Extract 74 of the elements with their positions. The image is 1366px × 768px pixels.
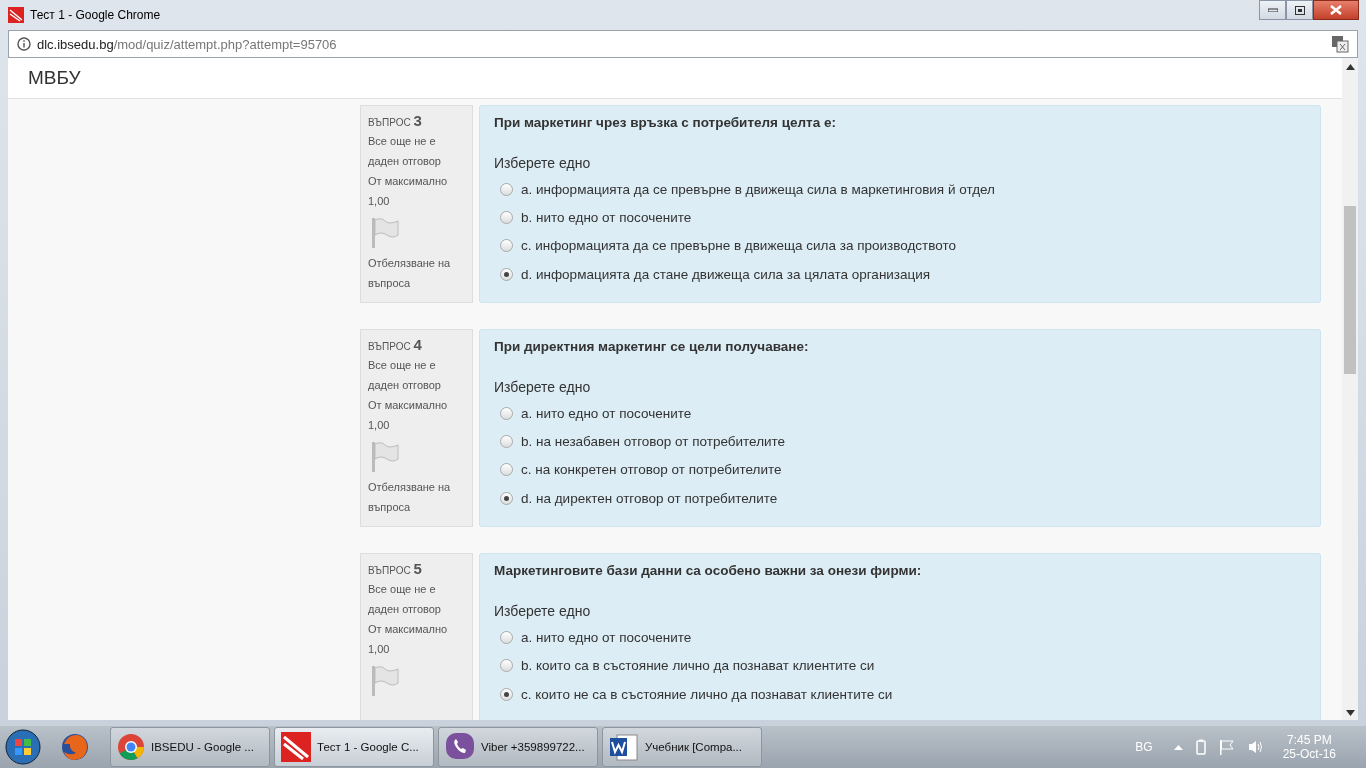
scroll-up-icon[interactable] [1345,64,1355,70]
start-button[interactable] [4,728,42,766]
chrome-icon [117,733,145,761]
document-w-icon [609,732,639,762]
flag-icon[interactable] [1218,739,1235,755]
minimize-icon [1267,8,1278,12]
scrollbar[interactable] [1342,58,1358,720]
question-number: ВЪПРОС 5 [368,560,423,578]
scroll-down-icon[interactable] [1345,710,1355,716]
question-text: При маркетинг чрез връзка с потребителя целта е: [494,115,837,130]
answer-option[interactable]: a. нито едно от посочените [521,630,692,645]
radio-button[interactable] [500,687,513,701]
question-status: Все още не е даден отговор [368,358,442,394]
site-title[interactable]: МВБУ [28,67,81,89]
caret-up-icon[interactable] [1173,744,1183,750]
radio-button[interactable] [500,239,513,253]
max-grade-value: 1,00 [368,418,391,434]
scrollbar-thumb[interactable] [1344,206,1356,374]
question-status: Все още не е даден отговор [368,134,442,169]
answer-option[interactable]: c. информацията да се превърне в движеща сила за производството [521,238,957,254]
radio-button[interactable] [500,267,513,281]
app-logo-icon [8,7,24,23]
url-field[interactable]: dlc.ibsedu.bg/mod/quiz/attempt.php?attempt=95706 [37,36,337,52]
browser-icon[interactable] [60,732,90,762]
answer-option[interactable]: a. нито едно от посочените [521,405,692,421]
answer-option[interactable]: b. които са в състояние лично да познават клиентите си [521,658,875,674]
close-icon [1330,5,1342,15]
flag-question-link[interactable]: Отбелязване на въпроса [368,477,465,518]
max-grade-value: 1,00 [368,642,391,658]
max-grade-label: От максимално [368,398,449,414]
phone-bubble-icon [445,732,475,762]
answer-option[interactable]: d. на директен отговор от потребителите [521,490,778,506]
question-status: Все още не е даден отговор [368,582,442,618]
flag-icon[interactable] [371,665,399,698]
question-number: ВЪПРОС 3 [368,112,423,129]
answer-option[interactable]: b. нито едно от посочените [521,209,692,225]
flag-icon[interactable] [371,217,399,249]
answer-option[interactable]: d. информацията да стане движеща сила за цялата организация [521,266,931,282]
question-text: При директния маркетинг се цели получаване: [494,339,810,355]
flag-question-link[interactable]: Отбелязване на въпроса [368,253,465,293]
answer-option[interactable]: a. информацията да се превърне в движеща сила в маркетинговия й отдел [521,181,995,197]
close-button[interactable] [1313,0,1359,20]
question-number: ВЪПРОС 4 [368,336,423,354]
taskbar-button[interactable]: Viber +359899722... [438,727,598,767]
answer-prompt: Изберете едно [494,155,592,171]
answer-option[interactable]: b. на незабавен отговор от потребителите [521,434,786,450]
window-title: Тест 1 - Google Chrome [30,8,161,22]
radio-button[interactable] [500,631,513,644]
flag-icon[interactable] [371,441,399,474]
taskbar-button[interactable]: Тест 1 - Google C... [274,727,434,767]
app-logo-icon [281,732,311,762]
taskbar-button[interactable]: Учебник [Compa... [602,727,762,767]
answer-prompt: Изберете едно [494,379,592,396]
battery-icon[interactable] [1195,739,1206,755]
radio-button[interactable] [500,491,513,505]
max-grade-label: От максимално [368,174,449,189]
taskbar-button[interactable]: IBSEDU - Google ... [110,727,270,767]
translate-icon[interactable] [1331,35,1349,53]
question-text: Маркетинговите бази данни са особено важни за онези фирми: [494,563,923,579]
radio-button[interactable] [500,210,513,224]
radio-button[interactable] [500,463,513,477]
radio-button[interactable] [500,406,513,420]
radio-button[interactable] [500,435,513,449]
radio-button[interactable] [500,182,513,196]
maximize-button[interactable] [1286,0,1313,20]
answer-prompt: Изберете едно [494,603,592,620]
speaker-icon[interactable] [1247,739,1264,755]
answer-option[interactable]: c. които не са в състояние лично да познават клиентите си [521,686,893,702]
answer-option[interactable]: c. на конкретен отговор от потребителите [521,462,782,478]
restore-icon [1294,5,1305,15]
max-grade-label: От максимално [368,622,449,638]
max-grade-value: 1,00 [368,194,391,209]
info-icon[interactable] [17,37,31,51]
radio-button[interactable] [500,659,513,673]
